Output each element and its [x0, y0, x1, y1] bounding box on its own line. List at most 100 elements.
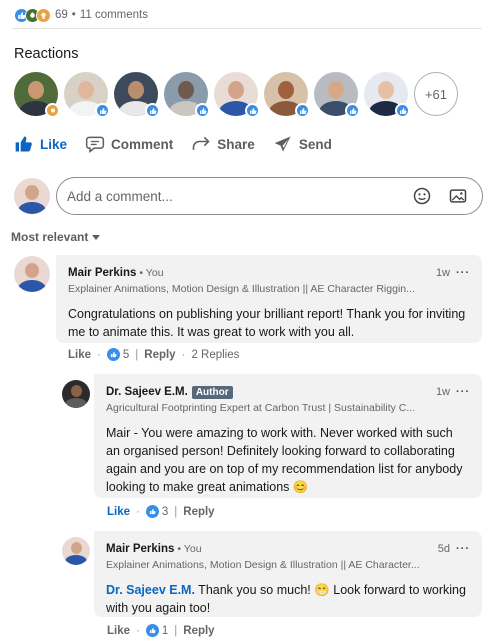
sort-label: Most relevant: [11, 230, 89, 244]
like-reaction-icon: [145, 505, 159, 518]
like-reaction-icon: [345, 103, 360, 118]
comment-time: 1w: [435, 386, 450, 398]
like-button[interactable]: Like: [14, 134, 67, 154]
reactor-avatars: +61: [14, 72, 458, 118]
replies-count[interactable]: 2 Replies: [191, 349, 239, 361]
reactions-heading: Reactions: [14, 46, 79, 62]
avatar[interactable]: [14, 256, 50, 292]
like-count: 3: [161, 505, 169, 518]
comment-time: 1w: [435, 267, 450, 279]
separator: ·: [136, 505, 140, 518]
separator: |: [135, 348, 139, 361]
author-badge: Author: [191, 386, 233, 399]
reply-bubble: Mair Perkins • You 5d ··· Explainer Animat…: [94, 531, 482, 617]
comment-author[interactable]: Mair Perkins: [68, 267, 136, 279]
send-icon: [274, 136, 291, 152]
comment-reaction-count[interactable]: 5: [106, 348, 130, 361]
comment-label: Comment: [111, 136, 174, 152]
reply-button[interactable]: Reply: [144, 349, 175, 361]
sort-dropdown[interactable]: Most relevant: [11, 230, 101, 244]
reaction-count[interactable]: 69: [55, 9, 68, 21]
author-headline: Explainer Animations, Motion Design & Il…: [68, 283, 415, 295]
like-label: Like: [40, 136, 68, 152]
reactor-avatar[interactable]: [264, 72, 310, 118]
reply-bubble: Dr. Sajeev E.M. Author 1w ··· Agricultural…: [94, 374, 482, 498]
insightful-reaction-icon: [45, 103, 60, 118]
like-reaction-icon: [245, 103, 260, 118]
social-actions: Like Comment Share Send: [14, 134, 332, 154]
share-label: Share: [217, 136, 255, 152]
connection-degree: • You: [177, 543, 202, 555]
comment-time: 5d: [437, 543, 450, 555]
like-reaction-icon: [145, 624, 159, 637]
reactor-avatar[interactable]: [314, 72, 360, 118]
reply-button[interactable]: Reply: [183, 625, 214, 637]
more-options-icon[interactable]: ···: [456, 386, 470, 398]
reply-button[interactable]: Reply: [183, 506, 214, 518]
more-options-icon[interactable]: ···: [456, 267, 470, 279]
reactor-avatar[interactable]: [364, 72, 410, 118]
like-reaction-icon: [95, 103, 110, 118]
comment-bubble: Mair Perkins • You 1w ··· Explainer Animat…: [56, 255, 482, 343]
send-label: Send: [298, 136, 332, 152]
comment-author[interactable]: Dr. Sajeev E.M.: [106, 386, 188, 398]
reactor-avatar[interactable]: [164, 72, 210, 118]
reactor-avatar[interactable]: [64, 72, 110, 118]
separator: ·: [181, 348, 186, 361]
comment-composer: [14, 177, 483, 215]
comment-reaction-count[interactable]: 1: [145, 624, 169, 637]
separator: ·: [97, 348, 101, 361]
comment-like-button[interactable]: Like: [68, 349, 91, 361]
caret-down-icon: [92, 235, 101, 240]
more-options-icon[interactable]: ···: [456, 543, 470, 555]
summary-separator: •: [71, 9, 76, 21]
like-reaction-icon: [145, 103, 160, 118]
share-icon: [192, 136, 210, 150]
author-headline: Explainer Animations, Motion Design & Il…: [106, 559, 420, 571]
emoji-icon: [413, 187, 431, 205]
comment-like-button[interactable]: Like: [107, 625, 130, 637]
comment-input[interactable]: [67, 188, 400, 204]
like-reaction-icon: [195, 103, 210, 118]
share-button[interactable]: Share: [191, 134, 255, 154]
comment-count[interactable]: 11 comments: [80, 9, 148, 21]
connection-degree: • You: [139, 267, 164, 279]
author-headline: Agricultural Footprinting Expert at Carb…: [106, 402, 416, 414]
comment-actions: Like · 5 | Reply · 2 Replies: [68, 348, 239, 361]
like-reaction-icon: [295, 103, 310, 118]
comment-like-button[interactable]: Like: [107, 506, 130, 518]
image-button[interactable]: [444, 182, 472, 210]
like-count: 1: [161, 624, 169, 637]
separator: |: [174, 505, 178, 518]
comment-reaction-count[interactable]: 3: [145, 505, 169, 518]
comment-text: Mair - You were amazing to work with. Ne…: [106, 426, 463, 494]
comment-actions: Like · 3 | Reply: [107, 505, 215, 518]
reactor-avatar[interactable]: [114, 72, 160, 118]
reactor-avatar[interactable]: [14, 72, 60, 118]
separator: ·: [136, 624, 140, 637]
image-icon: [449, 189, 467, 203]
comment-author[interactable]: Mair Perkins: [106, 543, 174, 555]
emoji-button[interactable]: [408, 182, 436, 210]
avatar[interactable]: [62, 380, 90, 408]
like-reaction-icon: [395, 103, 410, 118]
reaction-summary[interactable]: 69 • 11 comments: [14, 6, 148, 24]
reactor-avatar[interactable]: [214, 72, 260, 118]
thumbs-up-icon: [15, 136, 32, 152]
avatar: [14, 178, 50, 214]
comment-input-wrapper: [56, 177, 483, 215]
mention-link[interactable]: Dr. Sajeev E.M.: [106, 583, 195, 597]
like-count: 5: [122, 348, 130, 361]
comment-icon: [85, 136, 105, 154]
comment-text: Congratulations on publishing your brill…: [68, 307, 466, 339]
separator: |: [174, 624, 178, 637]
send-button[interactable]: Send: [273, 134, 332, 154]
more-reactions-button[interactable]: +61: [414, 72, 458, 116]
like-reaction-icon: [106, 348, 120, 361]
comment-button[interactable]: Comment: [85, 134, 173, 154]
comment-text-block: Dr. Sajeev E.M. Thank you so much! 😁 Loo…: [106, 581, 470, 617]
divider: [12, 28, 482, 29]
avatar[interactable]: [62, 537, 90, 565]
insightful-reaction-icon: [36, 7, 51, 23]
comment-actions: Like · 1 | Reply: [107, 624, 215, 637]
